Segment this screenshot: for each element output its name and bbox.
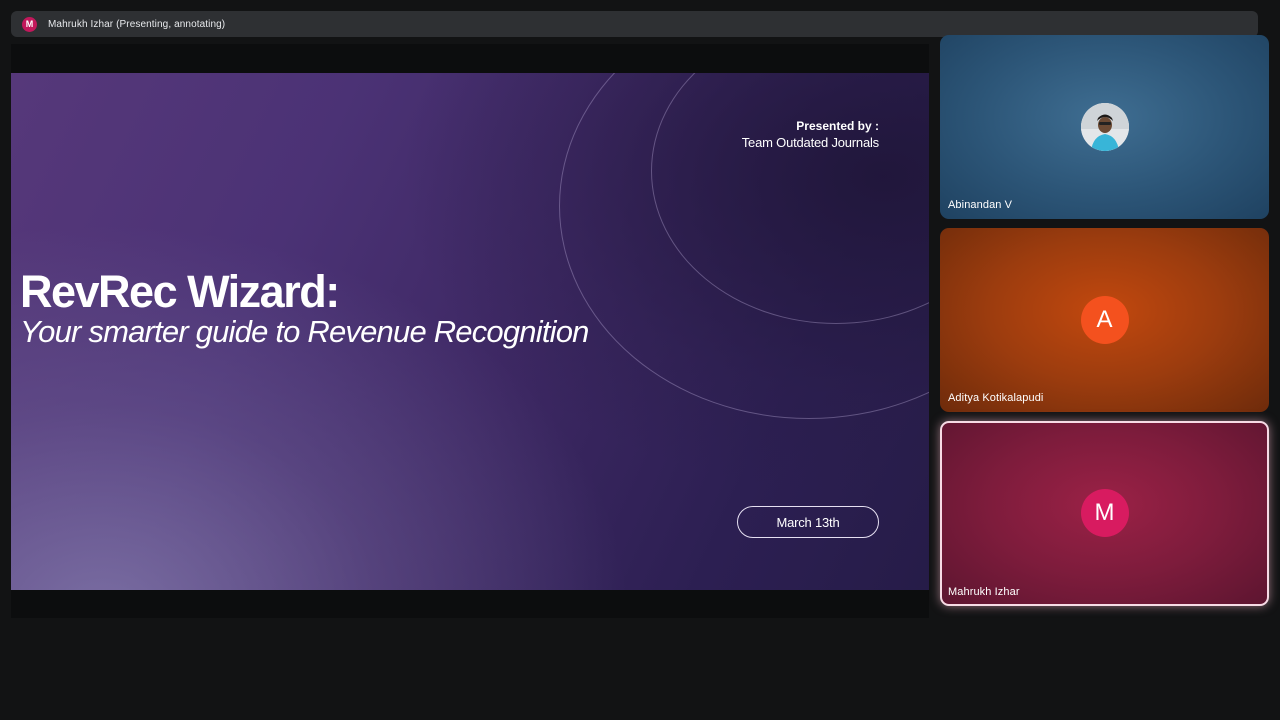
slide-title: RevRec Wizard: (20, 266, 340, 317)
avatar (1080, 103, 1129, 151)
presented-by-label: Presented by : (796, 119, 879, 133)
profile-photo-icon (1080, 103, 1129, 151)
participant-tile-abinandan[interactable]: Abinandan V (940, 35, 1269, 219)
avatar: A (1080, 296, 1129, 344)
team-name: Team Outdated Journals (741, 135, 879, 150)
presenter-status: Mahrukh Izhar (Presenting, annotating) (48, 18, 226, 30)
participant-tile-mahrukh[interactable]: M Mahrukh Izhar (940, 421, 1269, 606)
presenter-avatar: M (22, 16, 37, 32)
avatar: M (1080, 489, 1129, 537)
date-pill: March 13th (737, 506, 879, 538)
presenter-bar[interactable]: M Mahrukh Izhar (Presenting, annotating) (11, 11, 1258, 37)
participant-name: Aditya Kotikalapudi (948, 392, 1044, 404)
meeting-stage: M Mahrukh Izhar (Presenting, annotating)… (0, 0, 1280, 720)
participant-name: Mahrukh Izhar (948, 586, 1020, 598)
participant-tile-aditya[interactable]: A Aditya Kotikalapudi (940, 228, 1269, 412)
presentation-slide: Presented by : Team Outdated Journals Re… (11, 73, 929, 590)
participant-name: Abinandan V (948, 199, 1013, 211)
slide-subtitle: Your smarter guide to Revenue Recognitio… (20, 314, 589, 349)
